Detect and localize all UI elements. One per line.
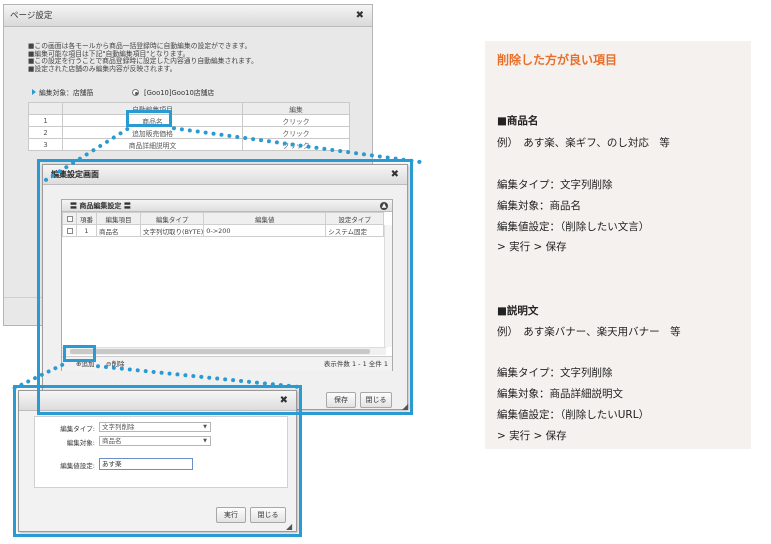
page-settings-titlebar[interactable]: ページ設定 ✖ bbox=[4, 5, 372, 27]
row-number: 2 bbox=[28, 126, 63, 139]
info-panel: 削除した方が良い項目 ■商品名 例） あす楽、楽ギフ、のし対応 等 編集タイプ：… bbox=[485, 41, 751, 449]
section-value: 編集値設定：（削除したいURL） bbox=[497, 409, 650, 421]
row-item: 商品詳細説明文 bbox=[62, 138, 243, 151]
row-number: 1 bbox=[28, 114, 63, 127]
shop-radio[interactable] bbox=[132, 89, 139, 96]
shop-name: [Goo10]Goo10店舗店 bbox=[144, 89, 215, 97]
column-header bbox=[28, 102, 63, 115]
highlight-frame bbox=[13, 385, 302, 537]
click-link[interactable]: クリック bbox=[242, 126, 350, 139]
click-link[interactable]: クリック bbox=[242, 114, 350, 127]
section-title: ■商品名 bbox=[497, 115, 539, 127]
section-type: 編集タイプ：文字列削除 bbox=[497, 367, 613, 379]
notice-line: ■設定された店舗のみ編集内容が反映されます。 bbox=[28, 64, 177, 73]
row-number: 3 bbox=[28, 138, 63, 151]
section-value: 編集値設定：（削除したい文言） bbox=[497, 221, 650, 233]
resize-grip-icon[interactable]: ◢ bbox=[286, 522, 292, 531]
notice-text: ■この画面は各モールから商品一括登録時に自動編集の設定ができます。 ■編集可能な… bbox=[28, 42, 348, 73]
close-icon[interactable]: ✖ bbox=[356, 5, 364, 27]
table-row: 1 商品名 クリック bbox=[28, 114, 350, 127]
resize-grip-icon[interactable]: ◢ bbox=[402, 402, 408, 411]
section-target: 編集対象：商品名 bbox=[497, 200, 581, 212]
table-header: 自動編集項目 編集 bbox=[28, 102, 350, 115]
triangle-icon bbox=[32, 89, 36, 95]
edit-target-row: 編集対象：店舗筋 [Goo10]Goo10店舗店 bbox=[28, 86, 354, 100]
section-example: 例） あす楽、楽ギフ、のし対応 等 bbox=[497, 137, 670, 149]
section-action: > 実行 > 保存 bbox=[497, 430, 567, 442]
section-title: ■説明文 bbox=[497, 305, 539, 317]
column-header: 編集 bbox=[242, 102, 350, 115]
section-target: 編集対象：商品詳細説明文 bbox=[497, 388, 623, 400]
section-example: 例） あす楽バナー、楽天用バナー 等 bbox=[497, 326, 681, 338]
info-title: 削除した方が良い項目 bbox=[497, 53, 618, 67]
edit-target-label: 編集対象：店舗筋 bbox=[32, 86, 93, 100]
section-action: > 実行 > 保存 bbox=[497, 241, 567, 253]
highlight-box bbox=[126, 110, 172, 127]
section-type: 編集タイプ：文字列削除 bbox=[497, 179, 613, 191]
page-settings-title: ページ設定 bbox=[10, 11, 53, 21]
